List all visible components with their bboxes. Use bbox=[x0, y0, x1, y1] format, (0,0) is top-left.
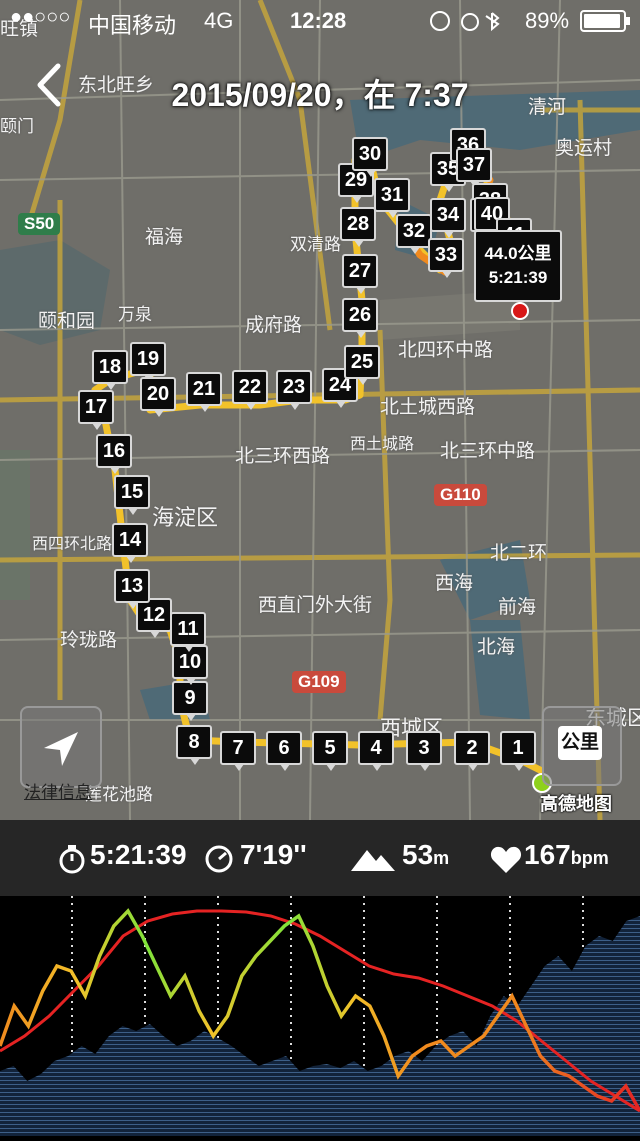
km-marker: 22 bbox=[232, 370, 268, 410]
km-marker: 15 bbox=[114, 475, 150, 515]
km-marker: 13 bbox=[114, 569, 150, 609]
km-marker: 32 bbox=[396, 214, 432, 254]
heart-rate-unit: bpm bbox=[570, 848, 609, 868]
place-label: 北土城西路 bbox=[380, 397, 476, 418]
km-marker: 27 bbox=[342, 254, 378, 294]
mountain-icon bbox=[351, 850, 395, 871]
place-label: 北二环 bbox=[490, 543, 548, 564]
km-marker: 1 bbox=[500, 731, 536, 771]
km-marker: 9 bbox=[172, 681, 208, 721]
page-title: 2015/09/20，在 7:37 bbox=[171, 77, 469, 113]
place-label: 双清路 bbox=[290, 235, 341, 254]
km-marker: 5 bbox=[312, 731, 348, 771]
km-marker: 12 bbox=[136, 598, 172, 638]
map-provider-logo: 高德地图 bbox=[540, 794, 612, 814]
km-marker: 6 bbox=[266, 731, 302, 771]
km-marker: 25 bbox=[344, 345, 380, 385]
status-icons bbox=[430, 11, 500, 32]
place-label: 福海 bbox=[145, 227, 184, 248]
place-label: 玲珑路 bbox=[60, 630, 118, 651]
place-label: 西土城路 bbox=[350, 436, 415, 453]
km-marker: 8 bbox=[176, 725, 212, 765]
elevation-area bbox=[0, 916, 640, 1136]
stats-bar: 5:21:39 7'19'' 53m 167bpm bbox=[0, 820, 640, 896]
road-shield: G110 bbox=[434, 484, 487, 506]
performance-chart-svg bbox=[0, 896, 640, 1136]
km-marker: 34 bbox=[430, 198, 466, 238]
legal-info-link[interactable]: 法律信息 bbox=[24, 778, 92, 803]
km-marker: 11 bbox=[170, 612, 206, 652]
km-marker: 3 bbox=[406, 731, 442, 771]
km-marker: 19 bbox=[130, 342, 166, 382]
heart-icon bbox=[490, 846, 522, 873]
unit-label: 公里 bbox=[558, 726, 602, 760]
place-label: 西海 bbox=[435, 573, 474, 594]
km-marker: 21 bbox=[186, 372, 222, 412]
elevation-value: 53 bbox=[402, 839, 434, 870]
km-marker: 28 bbox=[340, 207, 376, 247]
km-marker: 33 bbox=[428, 238, 464, 278]
place-label: 西直门外大街 bbox=[258, 595, 373, 616]
place-label: 前海 bbox=[498, 597, 537, 618]
km-marker: 18 bbox=[92, 350, 128, 390]
elevation-unit: m bbox=[433, 848, 450, 868]
nav-bar: 2015/09/20，在 7:37 bbox=[0, 50, 640, 130]
signal-strength: ●●○○○ bbox=[10, 6, 71, 28]
finish-callout[interactable]: 44.0公里 5:21:39 bbox=[474, 230, 562, 302]
network-type: 4G bbox=[204, 8, 234, 33]
place-label: 北海 bbox=[477, 637, 516, 658]
km-marker: 37 bbox=[456, 148, 492, 188]
km-marker: 16 bbox=[96, 434, 132, 474]
road-shield: G109 bbox=[292, 671, 346, 693]
place-label: 奥运村 bbox=[555, 138, 613, 159]
km-marker: 31 bbox=[374, 178, 410, 218]
place-label: 北三环中路 bbox=[440, 441, 536, 462]
place-label: 颐和园 bbox=[38, 311, 96, 332]
place-label: 北三环西路 bbox=[235, 446, 331, 467]
speedometer-icon bbox=[205, 845, 233, 873]
km-marker: 26 bbox=[342, 298, 378, 338]
finish-distance: 44.0公里 bbox=[484, 244, 552, 263]
locate-button[interactable] bbox=[20, 706, 102, 788]
battery-percent: 89% bbox=[525, 8, 570, 33]
km-marker: 2 bbox=[454, 731, 490, 771]
clock: 12:28 bbox=[290, 8, 347, 33]
km-marker: 30 bbox=[352, 137, 388, 177]
status-bar: ●●○○○ 中国移动 4G 12:28 89% bbox=[0, 0, 640, 40]
performance-chart[interactable] bbox=[0, 896, 640, 1136]
location-arrow-icon bbox=[44, 732, 78, 766]
unit-toggle-button[interactable]: 公里 bbox=[542, 706, 622, 786]
heart-rate-value: 167 bbox=[524, 839, 571, 870]
road-shield: S50 bbox=[18, 213, 61, 235]
km-marker: 23 bbox=[276, 370, 312, 410]
km-marker: 14 bbox=[112, 523, 148, 563]
place-label: 西四环北路 bbox=[32, 536, 113, 553]
km-marker: 4 bbox=[358, 731, 394, 771]
pace-value: 7'19'' bbox=[240, 839, 307, 870]
place-label: 成府路 bbox=[245, 315, 303, 336]
km-marker: 17 bbox=[78, 390, 114, 430]
km-marker: 20 bbox=[140, 377, 176, 417]
battery-icon bbox=[580, 10, 630, 32]
carrier-name: 中国移动 bbox=[88, 13, 177, 38]
duration-value: 5:21:39 bbox=[90, 839, 187, 870]
place-label: 万泉 bbox=[118, 305, 152, 324]
place-label: 北四环中路 bbox=[398, 340, 494, 361]
place-label: 海淀区 bbox=[152, 505, 219, 530]
finish-duration: 5:21:39 bbox=[488, 268, 548, 287]
stopwatch-icon bbox=[59, 845, 85, 874]
finish-pin bbox=[511, 302, 529, 320]
km-marker: 7 bbox=[220, 731, 256, 771]
